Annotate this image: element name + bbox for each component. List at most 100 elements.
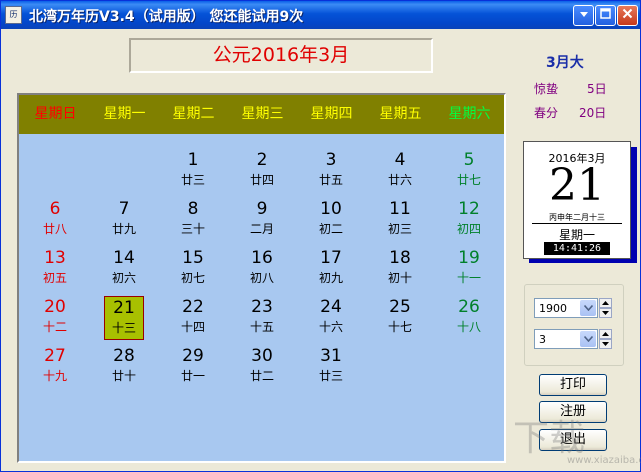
day-card: 2016年3月 21 丙申年二月十三 星期一 14:41:26 <box>523 141 631 259</box>
day-number: 15 <box>182 248 204 268</box>
weekday-label: 星期日 <box>34 106 77 122</box>
close-button[interactable] <box>617 5 638 26</box>
lunar-date: 廿十 <box>111 369 136 383</box>
print-button[interactable]: 打印 <box>539 374 607 396</box>
calendar-day[interactable]: 7 廿九 <box>104 198 144 242</box>
lunar-date: 廿七 <box>456 173 481 187</box>
day-number: 22 <box>182 297 204 317</box>
calendar-day[interactable]: 15 初七 <box>173 247 213 291</box>
title-bar[interactable]: 历 北湾万年历V3.4（试用版） 您还能试用9次 <box>1 1 640 29</box>
day-number: 9 <box>256 199 268 219</box>
lunar-date: 廿四 <box>249 173 274 187</box>
calendar-day[interactable]: 14 初六 <box>104 247 144 291</box>
window-title: 北湾万年历V3.4（试用版） 您还能试用9次 <box>29 9 304 25</box>
calendar-day[interactable]: 24 十六 <box>311 296 351 340</box>
year-select-value: 1900 <box>539 302 567 315</box>
calendar-day[interactable]: 1 廿三 <box>173 149 213 193</box>
day-card-clock: 14:41:26 <box>544 242 610 255</box>
chevron-down-icon[interactable] <box>580 331 596 347</box>
calendar-day[interactable]: 28 廿十 <box>104 345 144 389</box>
month-select[interactable]: 3 <box>534 329 598 349</box>
calendar-day[interactable]: 18 初十 <box>380 247 420 291</box>
calendar-day[interactable]: 25 十七 <box>380 296 420 340</box>
calendar-day[interactable]: 6 廿八 <box>35 198 75 242</box>
day-number: 23 <box>251 297 273 317</box>
spin-up-icon[interactable] <box>599 298 612 308</box>
month-title: 公元2016年3月 <box>212 44 350 66</box>
calendar-day[interactable]: 19 十一 <box>449 247 489 291</box>
app-window: 历 北湾万年历V3.4（试用版） 您还能试用9次 公元2016年3月 星期日星期… <box>0 0 641 472</box>
day-number: 1 <box>187 150 199 170</box>
lunar-date: 初十 <box>387 271 412 285</box>
calendar-day[interactable]: 3 廿五 <box>311 149 351 193</box>
calendar-day[interactable]: 20 十二 <box>35 296 75 340</box>
year-select[interactable]: 1900 <box>534 298 598 318</box>
weekday-label: 星期四 <box>310 106 353 122</box>
calendar-day[interactable]: 10 初二 <box>311 198 351 242</box>
lunar-date: 十二 <box>42 320 67 334</box>
lunar-date: 十七 <box>387 320 412 334</box>
watermark-site: www.xiazaiba.com <box>567 455 641 466</box>
lunar-date: 初八 <box>249 271 274 285</box>
weekday-label: 星期六 <box>448 106 491 122</box>
lunar-date: 廿三 <box>180 173 205 187</box>
calendar-day[interactable]: 23 十五 <box>242 296 282 340</box>
calendar-day[interactable]: 17 初九 <box>311 247 351 291</box>
calendar-day[interactable]: 5 廿七 <box>449 149 489 193</box>
spin-up-icon[interactable] <box>599 329 612 339</box>
day-number: 24 <box>320 297 342 317</box>
calendar-day[interactable]: 12 初四 <box>449 198 489 242</box>
lunar-date: 十五 <box>249 320 274 334</box>
day-number: 26 <box>458 297 480 317</box>
lunar-date: 十九 <box>42 369 67 383</box>
calendar-day-today[interactable]: 21 十三 <box>104 296 144 340</box>
calendar-day[interactable]: 29 廿一 <box>173 345 213 389</box>
year-spinner[interactable] <box>599 298 612 318</box>
month-select-value: 3 <box>539 333 546 346</box>
day-number: 21 <box>113 298 135 318</box>
calendar-day[interactable]: 26 十八 <box>449 296 489 340</box>
lunar-date: 十八 <box>456 320 481 334</box>
calendar-day[interactable]: 8 三十 <box>173 198 213 242</box>
month-size-label: 3月大 <box>546 55 584 71</box>
month-title-panel: 公元2016年3月 <box>129 38 433 73</box>
solar-term-name: 惊蛰 <box>534 82 559 96</box>
calendar-app-icon[interactable]: 历 <box>5 6 22 24</box>
day-number: 14 <box>113 248 135 268</box>
lunar-date: 初九 <box>318 271 343 285</box>
calendar-day[interactable]: 16 初八 <box>242 247 282 291</box>
day-number: 31 <box>320 346 342 366</box>
day-number: 18 <box>389 248 411 268</box>
lunar-date: 廿一 <box>180 369 205 383</box>
chevron-down-icon[interactable] <box>580 300 596 316</box>
day-card-day: 21 <box>549 160 605 211</box>
minimize-button[interactable] <box>573 5 594 26</box>
lunar-date: 廿五 <box>318 173 343 187</box>
calendar-day[interactable]: 27 十九 <box>35 345 75 389</box>
day-number: 10 <box>320 199 342 219</box>
lunar-date: 十四 <box>180 320 205 334</box>
month-spinner[interactable] <box>599 329 612 349</box>
day-number: 11 <box>389 199 411 219</box>
calendar-day[interactable]: 11 初三 <box>380 198 420 242</box>
calendar-day[interactable]: 4 廿六 <box>380 149 420 193</box>
watermark-logo: 下载 <box>513 418 586 459</box>
calendar-day[interactable]: 9 二月 <box>242 198 282 242</box>
calendar-day[interactable]: 30 廿二 <box>242 345 282 389</box>
day-number: 2 <box>256 150 268 170</box>
maximize-button[interactable] <box>595 5 616 26</box>
calendar-day[interactable]: 2 廿四 <box>242 149 282 193</box>
day-card-weekday: 星期一 <box>558 228 595 242</box>
spin-down-icon[interactable] <box>599 308 612 318</box>
spin-down-icon[interactable] <box>599 339 612 349</box>
calendar-day[interactable]: 13 初五 <box>35 247 75 291</box>
lunar-date: 初五 <box>42 271 67 285</box>
lunar-date: 廿八 <box>42 222 67 236</box>
calendar-day[interactable]: 31 廿三 <box>311 345 351 389</box>
day-number: 8 <box>187 199 199 219</box>
calendar-day[interactable]: 22 十四 <box>173 296 213 340</box>
day-number: 29 <box>182 346 204 366</box>
weekday-label: 星期五 <box>379 106 422 122</box>
day-number: 27 <box>44 346 66 366</box>
weekday-label: 星期三 <box>241 106 284 122</box>
